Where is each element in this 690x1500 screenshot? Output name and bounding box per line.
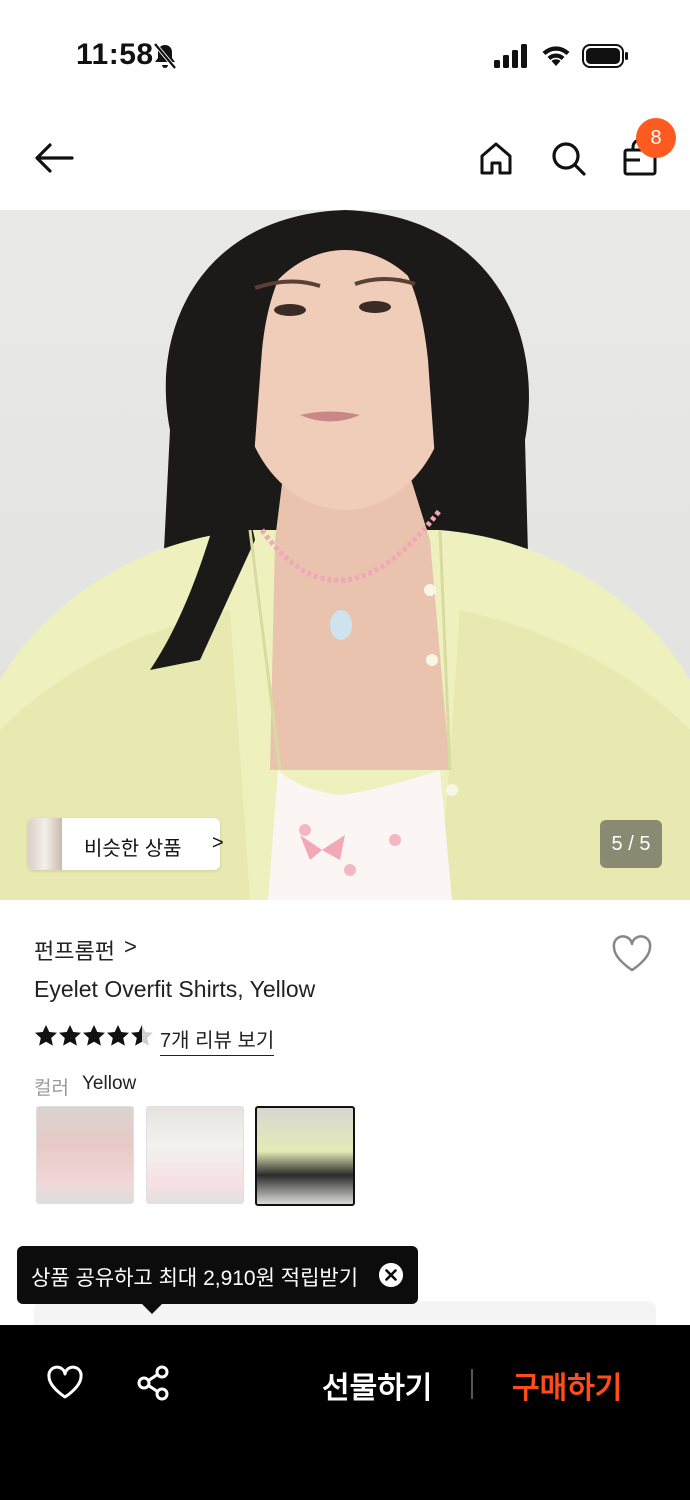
wifi-icon [542, 46, 570, 66]
color-option-yellow[interactable] [255, 1106, 355, 1206]
divider [471, 1369, 473, 1399]
share-icon[interactable] [136, 1365, 172, 1401]
bottom-action-bar: 선물하기 구매하기 [0, 1325, 690, 1500]
star-icon [59, 1025, 81, 1046]
signal-icon [494, 44, 527, 68]
tooltip-tail [142, 1304, 162, 1314]
color-value: Yellow [82, 1073, 137, 1094]
heart-icon[interactable] [46, 1365, 84, 1401]
close-icon[interactable] [379, 1263, 403, 1287]
back-arrow-icon[interactable] [32, 140, 76, 176]
star-icon [83, 1025, 105, 1046]
share-reward-tooltip: 상품 공유하고 최대 2,910원 적립받기 [17, 1246, 418, 1304]
brand-chevron-icon: > [124, 934, 137, 959]
buy-button[interactable]: 구매하기 [512, 1363, 622, 1407]
star-icon [107, 1025, 129, 1046]
cart-count-badge: 8 [636, 118, 676, 158]
product-photo [0, 210, 690, 900]
half-star-icon [131, 1025, 153, 1046]
search-icon[interactable] [548, 138, 588, 178]
wishlist-heart-icon[interactable] [610, 934, 654, 974]
star-icon [35, 1025, 57, 1046]
battery-icon [582, 44, 628, 68]
similar-products-thumbnail [28, 818, 62, 870]
brand-link[interactable]: 펀프롬펀 [34, 934, 115, 966]
gift-button[interactable]: 선물하기 [322, 1363, 432, 1407]
image-counter: 5 / 5 [600, 820, 662, 868]
status-bar: 11:58 [0, 0, 690, 110]
reviews-link[interactable]: 7개 리뷰 보기 [160, 1024, 275, 1056]
chevron-right-icon: > [212, 832, 224, 854]
home-icon[interactable] [476, 138, 516, 178]
similar-products-button[interactable]: 비슷한 상품 > [28, 818, 224, 870]
similar-products-label: 비슷한 상품 [84, 838, 182, 860]
product-title: Eyelet Overfit Shirts, Yellow [34, 976, 316, 1002]
tooltip-text: 상품 공유하고 최대 2,910원 적립받기 [31, 1267, 359, 1290]
color-option-white[interactable] [146, 1106, 244, 1204]
top-nav: 8 [0, 110, 690, 210]
status-time: 11:58 [76, 38, 154, 71]
color-option-pink[interactable] [36, 1106, 134, 1204]
color-label: 컬러 [34, 1078, 69, 1099]
rating-stars [35, 1025, 153, 1046]
product-image[interactable]: 비슷한 상품 > 5 / 5 [0, 210, 690, 900]
bell-muted-icon [153, 42, 177, 70]
